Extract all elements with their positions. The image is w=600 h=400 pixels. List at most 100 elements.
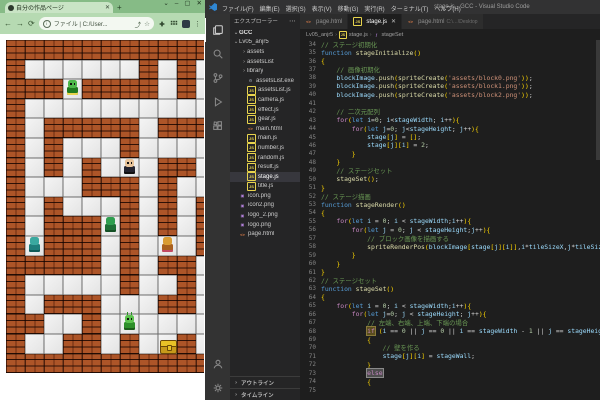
tree-item-title.js[interactable]: JStitle.js — [230, 182, 300, 192]
menu-item[interactable]: 実行(R) — [361, 7, 387, 13]
code-line-70[interactable]: 70 // 壁を作る — [300, 344, 600, 352]
tree-item-logo_2.png[interactable]: ▣logo_2.png — [230, 210, 300, 220]
profile-avatar[interactable] — [182, 20, 190, 28]
code-line-50[interactable]: 50 stageSet(); — [300, 175, 600, 183]
tab-close-icon[interactable]: ✕ — [391, 18, 396, 25]
editor-tab-stage.js[interactable]: JSstage.js✕ — [348, 14, 402, 29]
tree-item-stage.js[interactable]: JSstage.js — [230, 172, 300, 182]
new-tab-button[interactable]: + — [117, 3, 122, 12]
code-line-60[interactable]: 60 } — [300, 259, 600, 267]
code-line-63[interactable]: 63function stageSet() — [300, 285, 600, 293]
apps-grid-icon[interactable] — [170, 20, 178, 28]
code-line-68[interactable]: 68 if (i == 0 || j == 0 || i == stageWid… — [300, 327, 600, 335]
code-line-34[interactable]: 34// ステージ初期化 — [300, 40, 600, 48]
tree-item-icon2.png[interactable]: ▣icon2.png — [230, 201, 300, 211]
code-line-52[interactable]: 52// ステージ描画 — [300, 192, 600, 200]
tree-item-gear.js[interactable]: JSgear.js — [230, 114, 300, 124]
code-line-55[interactable]: 55 for(let i = 0; i < stageWidth;i++){ — [300, 217, 600, 225]
code-line-39[interactable]: 39 blockImage.push(spriteCreate('assets/… — [300, 82, 600, 90]
chevron-down-icon[interactable]: ⌄ — [163, 1, 168, 8]
breadcrumb-item[interactable]: stageSet — [382, 32, 404, 38]
reload-button[interactable]: ⟳ — [28, 20, 35, 28]
menu-item[interactable]: 選択(S) — [283, 7, 309, 13]
code-line-65[interactable]: 65 for(let i = 0; i < stageWidth;i++){ — [300, 302, 600, 310]
tree-item-result.js[interactable]: JSresult.js — [230, 162, 300, 172]
search-icon[interactable] — [205, 42, 230, 66]
tree-item-camera.js[interactable]: JScamera.js — [230, 95, 300, 105]
tree-item-library[interactable]: ›library — [230, 66, 300, 76]
breadcrumb-item[interactable]: Lv05_anjr5 — [306, 32, 333, 38]
maximize-icon[interactable]: ▢ — [184, 1, 190, 8]
tree-item-page.html[interactable]: <>page.html — [230, 229, 300, 239]
minimize-icon[interactable]: – — [175, 1, 179, 8]
timeline-section[interactable]: › タイムライン — [230, 388, 300, 400]
menu-item[interactable]: 表示(V) — [309, 7, 335, 13]
tree-item-assetsList.exe[interactable]: ⚙assetsList.exe — [230, 76, 300, 86]
tree-item-assetsList[interactable]: ›assetsList — [230, 57, 300, 67]
code-line-74[interactable]: 74 { — [300, 378, 600, 386]
breadcrumb-item[interactable]: stage.js — [349, 32, 368, 38]
code-line-47[interactable]: 47 } — [300, 150, 600, 158]
code-line-35[interactable]: 35function stageInitialize() — [300, 48, 600, 56]
tree-item-random.js[interactable]: JSrandom.js — [230, 153, 300, 163]
menu-item[interactable]: 編集(E) — [257, 7, 283, 13]
code-line-43[interactable]: 43 for(let i=0; i<stageWidth; i++){ — [300, 116, 600, 124]
code-line-73[interactable]: 73 else — [300, 369, 600, 377]
code-editor[interactable]: 34// ステージ初期化35function stageInitialize()… — [300, 40, 600, 400]
code-line-62[interactable]: 62// ステージセット — [300, 276, 600, 284]
code-line-42[interactable]: 42 // 二次元配列 — [300, 108, 600, 116]
tree-item-assetsList.js[interactable]: JSassetsList.js — [230, 86, 300, 96]
account-icon[interactable] — [205, 352, 230, 376]
code-line-44[interactable]: 44 for(let j=0; j<stageHeight; j++){ — [300, 124, 600, 132]
code-line-46[interactable]: 46 stage[j][i] = 2; — [300, 141, 600, 149]
tree-item-main.html[interactable]: <>main.html — [230, 124, 300, 134]
menu-item[interactable]: ファイル(F) — [219, 7, 257, 13]
code-line-72[interactable]: 72 } — [300, 361, 600, 369]
extensions-puzzle-icon[interactable] — [158, 20, 166, 28]
tree-item-GCC[interactable]: ⌄GCC — [230, 28, 300, 38]
code-line-59[interactable]: 59 } — [300, 251, 600, 259]
tab-close-icon[interactable]: ✕ — [105, 4, 110, 11]
bookmark-star-icon[interactable]: ☆ — [144, 20, 150, 28]
forward-button[interactable]: → — [16, 20, 24, 28]
run-debug-icon[interactable] — [205, 90, 230, 114]
settings-gear-icon[interactable] — [205, 376, 230, 400]
code-line-37[interactable]: 37 // 画像初期化 — [300, 65, 600, 73]
share-icon[interactable]: ⤴ — [135, 19, 142, 29]
tree-item-logo.png[interactable]: ▣logo.png — [230, 220, 300, 230]
editor-tab-page.html[interactable]: <>page.htmlC:\…\Desktop — [402, 14, 483, 29]
editor-tab-page.html[interactable]: <>page.html — [300, 14, 348, 29]
code-line-40[interactable]: 40 blockImage.push(spriteCreate('assets/… — [300, 91, 600, 99]
page-info-icon[interactable]: i — [43, 20, 51, 28]
game-canvas[interactable] — [6, 40, 204, 374]
sidebar-more-actions-icon[interactable]: ⋯ — [289, 17, 296, 25]
source-control-icon[interactable] — [205, 66, 230, 90]
close-icon[interactable]: ✕ — [197, 1, 202, 8]
explorer-icon[interactable] — [205, 18, 231, 42]
code-line-64[interactable]: 64{ — [300, 293, 600, 301]
tree-item-main.js[interactable]: JSmain.js — [230, 134, 300, 144]
code-line-75[interactable]: 75 — [300, 386, 600, 394]
code-line-49[interactable]: 49 // ステージセット — [300, 167, 600, 175]
editor-scrollbar[interactable] — [596, 40, 600, 160]
tree-item-Lv05_anjr5[interactable]: ⌄Lv05_anjr5 — [230, 38, 300, 48]
code-line-71[interactable]: 71 stage[j][i] = stageWall; — [300, 352, 600, 360]
back-button[interactable]: ← — [4, 20, 12, 28]
browser-tab[interactable]: 自分の作品ページ ✕ — [5, 2, 113, 13]
breadcrumb[interactable]: Lv05_anjr5›JSstage.js›ƒstageSet — [300, 29, 600, 40]
tree-item-icon.png[interactable]: ▣icon.png — [230, 191, 300, 201]
tree-item-number.js[interactable]: JSnumber.js — [230, 143, 300, 153]
code-line-58[interactable]: 58 spriteRenderPos(blockImage[stage[j][i… — [300, 243, 600, 251]
outline-section[interactable]: › アウトライン — [230, 376, 300, 388]
code-line-45[interactable]: 45 stage[j] = []; — [300, 133, 600, 141]
menu-item[interactable]: 移動(G) — [335, 7, 362, 13]
menu-item[interactable]: ターミナル(T) — [388, 7, 432, 13]
code-line-38[interactable]: 38 blockImage.push(spriteCreate('assets/… — [300, 74, 600, 82]
extensions-icon[interactable] — [205, 114, 230, 138]
tree-item-effect.js[interactable]: JSeffect.js — [230, 105, 300, 115]
tree-item-assets[interactable]: ›assets — [230, 47, 300, 57]
address-bar[interactable]: i ファイル | C:/User... ⤴ ☆ — [39, 17, 154, 30]
code-line-57[interactable]: 57 // ブロック画像を描画する — [300, 234, 600, 242]
code-line-53[interactable]: 53function stageRender() — [300, 200, 600, 208]
kebab-menu-icon[interactable]: ⋮ — [194, 20, 201, 28]
